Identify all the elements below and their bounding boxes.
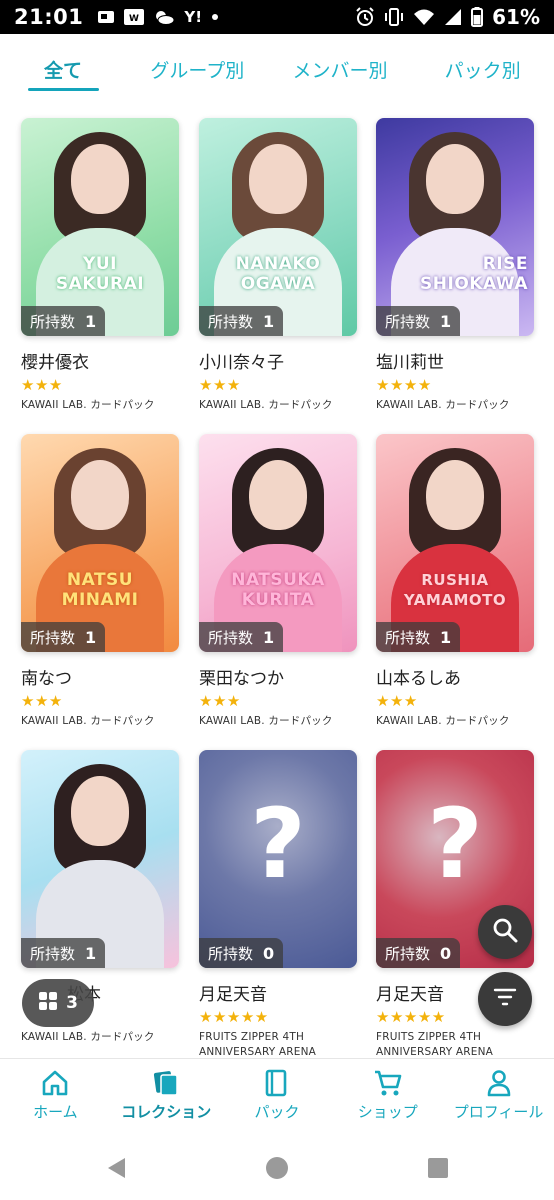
- card-art-name: NATSUKA KURITA: [231, 570, 325, 610]
- sim-card-icon: [97, 10, 115, 24]
- filter-icon: [493, 988, 517, 1010]
- tab-by-pack[interactable]: パック別: [411, 44, 554, 94]
- owned-count-badge: 所持数 1: [376, 622, 461, 652]
- star-rating: ★★★: [199, 692, 241, 710]
- card-member-name: 栗田なつか: [199, 669, 284, 689]
- wnn-icon: W: [124, 9, 145, 25]
- card-item[interactable]: NANAKO OGAWA 所持数 1 小川奈々子 ★★★ KAWAII LAB. …: [199, 118, 357, 413]
- card-pack-name: KAWAII LAB. カードパック: [199, 715, 333, 727]
- system-navigation: [0, 1140, 554, 1200]
- owned-count-badge: 所持数 1: [199, 306, 284, 336]
- card-art-name: YUI SAKURAI: [55, 254, 145, 294]
- card-item-locked[interactable]: ? 所持数 0 月足天音 ★★★★★ FRUITS ZIPPER 4TH ANNI…: [199, 750, 357, 1075]
- status-bar: 21:01 W Y! 61%: [0, 0, 554, 34]
- question-mark-icon: ?: [427, 788, 483, 900]
- active-tab-indicator: [28, 88, 99, 91]
- weather-icon: [153, 9, 175, 25]
- tab-all[interactable]: 全て: [0, 44, 126, 94]
- grid-count-value: 3: [66, 993, 78, 1013]
- vibrate-icon: [384, 8, 404, 26]
- status-time: 21:01: [14, 5, 84, 29]
- profile-icon: [486, 1069, 512, 1097]
- nav-shop[interactable]: ショップ: [332, 1059, 443, 1132]
- svg-text:W: W: [129, 14, 139, 24]
- card-member-name: 南なつ: [21, 669, 72, 689]
- nav-profile[interactable]: プロフィール: [443, 1059, 554, 1132]
- star-rating: ★★★: [21, 376, 63, 394]
- battery-percentage: 61%: [492, 5, 540, 29]
- card-item[interactable]: NATSUKA KURITA 所持数 1 栗田なつか ★★★ KAWAII LAB…: [199, 434, 357, 729]
- card-pack-name: KAWAII LAB. カードパック: [199, 399, 333, 411]
- tab-by-group[interactable]: グループ別: [126, 44, 269, 94]
- card-pack-name: KAWAII LAB. カードパック: [376, 399, 510, 411]
- card-image: NANAKO OGAWA 所持数 1: [199, 118, 357, 336]
- owned-count-badge: 所持数 1: [21, 306, 106, 336]
- card-pack-name: KAWAII LAB. カードパック: [21, 715, 155, 727]
- card-art-name: RUSHIA YAMAMOTO: [403, 571, 507, 609]
- cart-icon: [373, 1069, 403, 1097]
- card-art-name: RISE SHIOKAWA: [420, 254, 528, 294]
- nav-home[interactable]: ホーム: [0, 1059, 111, 1132]
- owned-count-badge: 所持数 1: [199, 622, 284, 652]
- home-icon: [41, 1069, 69, 1097]
- star-rating: ★★★: [21, 692, 63, 710]
- grid-count-button[interactable]: 3: [22, 979, 94, 1027]
- card-art-name: NATSU MINAMI: [61, 570, 139, 610]
- card-image: NATSUKA KURITA 所持数 1: [199, 434, 357, 652]
- card-item[interactable]: RUSHIA YAMAMOTO 所持数 1 山本るしあ ★★★ KAWAII LA…: [376, 434, 534, 729]
- card-item[interactable]: YUI SAKURAI 所持数 1 櫻井優衣 ★★★ KAWAII LAB. カー…: [21, 118, 179, 413]
- card-image-hidden: ? 所持数 0: [199, 750, 357, 968]
- filter-fab[interactable]: [478, 972, 532, 1026]
- card-image: RUSHIA YAMAMOTO 所持数 1: [376, 434, 534, 652]
- signal-icon: [444, 8, 462, 26]
- card-item[interactable]: RISE SHIOKAWA 所持数 1 塩川莉世 ★★★★ KAWAII LAB.…: [376, 118, 534, 413]
- star-rating: ★★★★★: [199, 1008, 269, 1026]
- star-rating: ★★★: [376, 692, 418, 710]
- recents-icon[interactable]: [427, 1157, 449, 1183]
- back-icon[interactable]: [105, 1156, 127, 1184]
- card-member-name: 櫻井優衣: [21, 353, 89, 373]
- owned-count-badge: 所持数 0: [376, 938, 461, 968]
- battery-icon: [471, 7, 484, 27]
- card-image: NATSU MINAMI 所持数 1: [21, 434, 179, 652]
- tab-by-member[interactable]: メンバー別: [269, 44, 412, 94]
- card-image: RISE SHIOKAWA 所持数 1: [376, 118, 534, 336]
- card-member-name: 小川奈々子: [199, 353, 284, 373]
- card-member-name: 月足天音: [199, 985, 267, 1005]
- card-image: 所持数 1: [21, 750, 179, 968]
- home-circle-icon[interactable]: [265, 1156, 289, 1184]
- nav-collection[interactable]: コレクション: [111, 1059, 222, 1132]
- yahoo-icon: Y!: [184, 8, 203, 26]
- card-art-name: NANAKO OGAWA: [235, 254, 321, 294]
- wifi-icon: [413, 8, 435, 26]
- card-image: YUI SAKURAI 所持数 1: [21, 118, 179, 336]
- card-pack-name: KAWAII LAB. カードパック: [21, 399, 155, 411]
- owned-count-badge: 所持数 0: [199, 938, 284, 968]
- bottom-navigation: ホーム コレクション パック ショップ プロフィール: [0, 1058, 554, 1132]
- card-item[interactable]: NATSU MINAMI 所持数 1 南なつ ★★★ KAWAII LAB. カー…: [21, 434, 179, 729]
- question-mark-icon: ?: [250, 788, 306, 900]
- alarm-icon: [355, 7, 375, 27]
- nav-pack[interactable]: パック: [222, 1059, 333, 1132]
- star-rating: ★★★★: [376, 376, 432, 394]
- owned-count-badge: 所持数 1: [376, 306, 461, 336]
- dot-icon: [211, 13, 219, 21]
- card-pack-name: KAWAII LAB. カードパック: [376, 715, 510, 727]
- search-fab[interactable]: [478, 905, 532, 959]
- grid-icon: [38, 991, 58, 1016]
- star-rating: ★★★: [199, 376, 241, 394]
- card-member-name: 山本るしあ: [376, 669, 461, 689]
- card-pack-name: KAWAII LAB. カードパック: [21, 1031, 155, 1043]
- owned-count-badge: 所持数 1: [21, 938, 106, 968]
- search-icon: [492, 917, 518, 947]
- owned-count-badge: 所持数 1: [21, 622, 106, 652]
- card-member-name: 塩川莉世: [376, 353, 444, 373]
- pack-icon: [264, 1069, 290, 1097]
- collection-icon: [152, 1069, 180, 1097]
- collection-tabs: 全て グループ別 メンバー別 パック別: [0, 44, 554, 94]
